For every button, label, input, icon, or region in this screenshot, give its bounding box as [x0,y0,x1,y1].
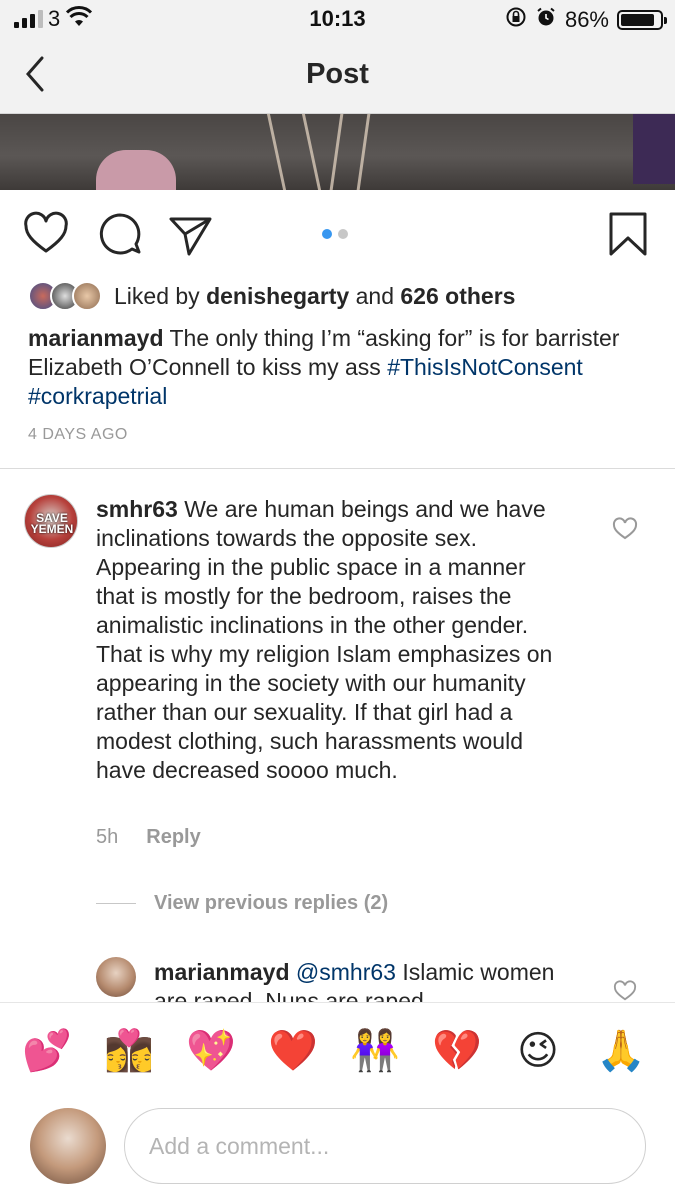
divider [0,468,675,469]
likes-others-link[interactable]: 626 others [400,283,515,310]
emoji-button[interactable]: 💖 [186,1027,236,1075]
liker-avatars [28,281,102,311]
likes-joiner: and [355,282,394,309]
divider [96,903,136,904]
hashtag-link[interactable]: #corkrapetrial [28,383,167,409]
hashtag-link[interactable]: #ThisIsNotConsent [387,354,583,380]
commenter-avatar[interactable]: SAVE YEMEN [24,494,78,548]
comment-body: smhr63 We are human beings and we have i… [96,495,566,785]
comment-icon [99,213,141,255]
comment-button[interactable] [96,210,144,258]
image-detail [266,114,322,190]
reply-body: marianmayd @smhr63 Islamic women are rap… [154,958,574,1002]
comment-time: 5h [96,826,119,848]
avatar [30,1108,106,1184]
heart-icon [612,517,638,540]
likes-row[interactable]: Liked by denishegarty and 626 others [28,280,515,312]
reply-button[interactable]: Reply [146,826,200,849]
post-image[interactable] [0,114,675,190]
emoji-button[interactable]: ❤️ [268,1027,318,1075]
top-bar: 3 10:13 86% Post [0,0,675,114]
reply-mention[interactable]: @smhr63 [296,959,396,985]
emoji-button[interactable]: 👩‍❤️‍💋‍👩 [104,1027,154,1075]
status-bar: 3 10:13 86% [0,0,675,40]
battery-percent: 86% [564,7,609,32]
likes-prefix: Liked by [114,282,200,309]
share-icon [169,217,212,256]
share-button[interactable] [166,210,214,258]
emoji-button[interactable]: 💕 [22,1027,72,1075]
action-bar [0,200,675,270]
status-right: 86% [505,6,667,34]
emoji-button[interactable]: 🙏 [596,1027,646,1075]
emoji-quick-bar: 💕 👩‍❤️‍💋‍👩 💖 ❤️ 👭 💔 😉 🙏 [0,1002,675,1098]
page-title: Post [306,58,369,90]
carousel-dot [322,229,332,239]
avatar-text: SAVE YEMEN [30,511,74,536]
save-button[interactable] [606,210,654,258]
carousel-indicator [322,229,348,239]
reply-avatar[interactable] [96,957,136,997]
rotation-lock-icon [505,6,527,34]
reply-like-button[interactable] [612,980,638,1002]
battery-fill [621,14,654,26]
bookmark-icon [609,212,647,256]
comment-composer [0,1098,675,1200]
caption-username[interactable]: marianmayd [28,325,164,351]
view-previous-replies[interactable]: View previous replies (2) [96,892,388,915]
comment-input[interactable] [124,1108,646,1184]
battery-icon [617,10,667,30]
like-button[interactable] [22,210,70,258]
post-caption: marianmayd The only thing I’m “asking fo… [28,324,648,411]
heart-icon [613,980,637,1001]
carousel-dot [338,229,348,239]
image-detail [329,114,371,190]
comment-text: We are human beings and we have inclinat… [96,496,553,783]
comment-meta: 5h Reply [96,826,201,849]
likes-user-link[interactable]: denishegarty [206,283,349,310]
comment-like-button[interactable] [612,517,638,541]
view-replies-label: View previous replies (2) [154,892,389,914]
comment-username[interactable]: smhr63 [96,496,178,522]
emoji-button[interactable]: 👭 [350,1027,400,1075]
heart-icon [24,211,68,253]
post-timestamp: 4 DAYS AGO [28,426,128,443]
image-detail [633,114,675,184]
emoji-button[interactable]: 💔 [432,1027,482,1075]
image-detail [96,150,176,190]
avatar [72,281,102,311]
emoji-button[interactable]: 😉 [514,1027,562,1075]
reply-username[interactable]: marianmayd [154,959,290,985]
alarm-icon [535,6,557,34]
